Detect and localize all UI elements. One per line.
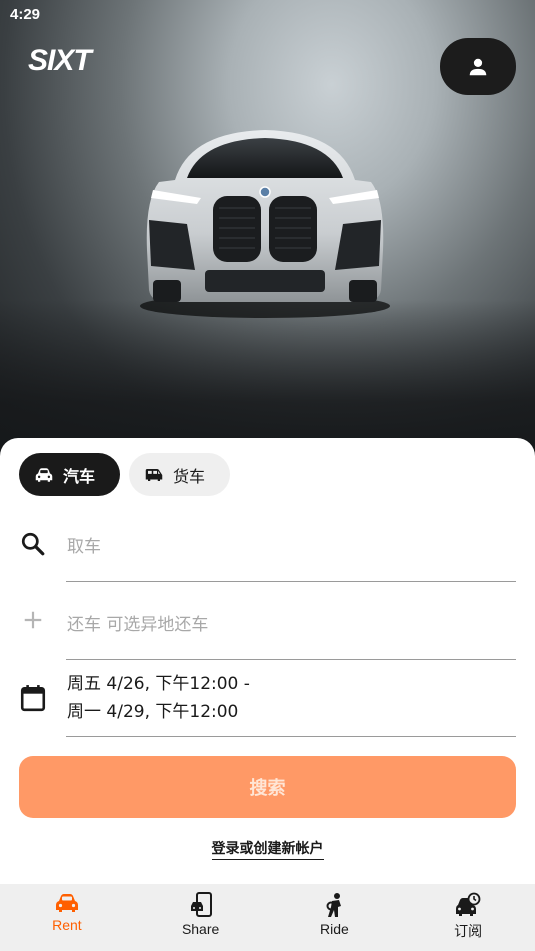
phone-car-icon	[190, 892, 212, 917]
search-icon	[21, 532, 45, 556]
return-field[interactable]: 还车 可选异地还车	[0, 606, 535, 661]
date-start: 周五 4/26, 下午12:00 -	[67, 674, 250, 694]
booking-panel: 汽车 货车 取车 还车 可选异地还车 周五 4/26, 下午12:00 - 周一…	[0, 438, 535, 884]
pickup-placeholder: 取车	[67, 537, 101, 557]
tab-share-label: Share	[181, 921, 220, 937]
plus-icon	[24, 611, 42, 629]
car-icon	[35, 467, 53, 482]
vehicle-toggle-car-label: 汽车	[63, 466, 96, 486]
vehicle-toggle-truck-label: 货车	[173, 466, 206, 486]
date-range-field[interactable]: 周五 4/26, 下午12:00 - 周一 4/29, 下午12:00	[0, 668, 535, 738]
vehicle-toggle-car[interactable]: 汽车	[19, 453, 120, 496]
chauffeur-icon	[326, 893, 342, 917]
profile-button[interactable]	[440, 38, 516, 95]
tab-rent[interactable]: Rent	[0, 884, 134, 951]
hero-image: 4:29 SIXT	[0, 0, 535, 470]
car-icon	[55, 894, 78, 912]
login-link[interactable]: 登录或创建新帐户	[211, 841, 324, 860]
tab-subscribe-label: 订阅	[454, 923, 483, 939]
status-time: 4:29	[10, 6, 41, 23]
calendar-icon	[20, 685, 46, 712]
pickup-underline	[66, 581, 516, 582]
car-image	[140, 130, 390, 318]
van-icon	[145, 468, 163, 481]
tab-rent-label: Rent	[52, 917, 82, 933]
sixt-logo: SIXT	[28, 44, 92, 77]
vehicle-toggle-truck[interactable]: 货车	[129, 453, 230, 496]
car-clock-icon	[456, 892, 481, 916]
date-end: 周一 4/29, 下午12:00	[67, 702, 239, 722]
return-placeholder: 还车 可选异地还车	[67, 615, 209, 635]
return-underline	[66, 659, 516, 660]
search-button[interactable]: 搜索	[19, 756, 516, 818]
tab-subscribe[interactable]: 订阅	[401, 884, 535, 951]
date-underline	[66, 736, 516, 737]
tab-ride[interactable]: Ride	[268, 884, 402, 951]
tab-ride-label: Ride	[319, 921, 349, 937]
person-icon	[469, 58, 487, 75]
bottom-tab-bar: Rent Share Ride 订阅	[0, 884, 535, 951]
login-link-container: 登录或创建新帐户	[0, 838, 535, 860]
pickup-field[interactable]: 取车	[0, 528, 535, 583]
tab-share[interactable]: Share	[134, 884, 268, 951]
